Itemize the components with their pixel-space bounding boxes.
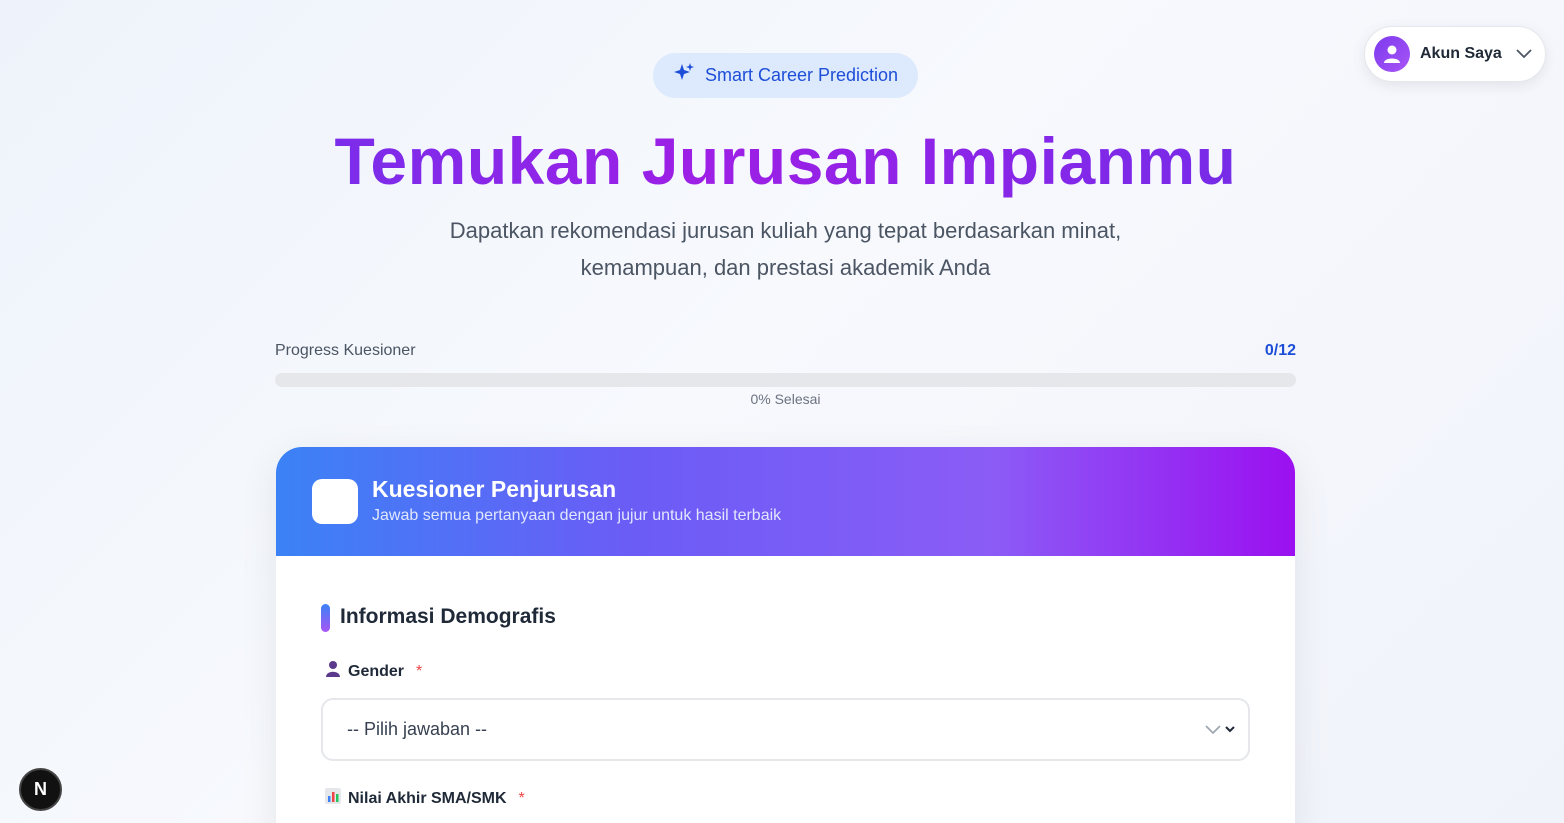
grade-label: Nilai Akhir SMA/SMK * xyxy=(324,787,525,810)
gender-select[interactable]: -- Pilih jawaban -- xyxy=(321,698,1250,761)
badge-label: Smart Career Prediction xyxy=(704,65,899,85)
gender-label: Gender * xyxy=(324,660,422,683)
page-subtitle-line-2: kemampuan, dan prestasi akademik Anda xyxy=(580,255,991,280)
questionnaire-card: Kuesioner Penjurusan Jawab semua pertany… xyxy=(276,447,1295,823)
account-menu-button[interactable]: Akun Saya xyxy=(1364,26,1546,82)
section-accent-bar xyxy=(321,604,330,632)
section-title: Informasi Demografis xyxy=(340,605,556,628)
nextjs-devtools-button[interactable]: N xyxy=(19,768,62,811)
person-icon xyxy=(324,660,342,683)
card-title: Kuesioner Penjurusan xyxy=(372,476,617,502)
grade-label-text: Nilai Akhir SMA/SMK xyxy=(348,789,507,807)
account-label: Akun Saya xyxy=(1420,45,1502,62)
progress-bar xyxy=(275,373,1296,387)
required-asterisk: * xyxy=(416,662,423,680)
sparkles-icon xyxy=(673,62,695,89)
chevron-down-icon xyxy=(1515,45,1533,68)
page-subtitle-line-1: Dapatkan rekomendasi jurusan kuliah yang… xyxy=(449,218,1122,243)
progress-label: Progress Kuesioner xyxy=(275,342,416,359)
card-subtitle: Jawab semua pertanyaan dengan jujur untu… xyxy=(372,507,782,524)
required-asterisk: * xyxy=(518,789,525,807)
progress-percent: 0% Selesai xyxy=(750,391,821,407)
card-header: Kuesioner Penjurusan Jawab semua pertany… xyxy=(276,447,1295,556)
gender-label-text: Gender xyxy=(348,662,405,680)
gender-select-value: -- Pilih jawaban -- xyxy=(347,719,488,739)
card-header-icon xyxy=(312,479,358,524)
progress-count: 0/12 xyxy=(1264,342,1296,359)
user-avatar-icon xyxy=(1374,36,1410,72)
bar-chart-icon xyxy=(324,787,342,810)
page-title: Temukan Jurusan Impianmu xyxy=(0,122,1564,200)
page-subtitle: Dapatkan rekomendasi jurusan kuliah yang… xyxy=(400,212,1171,286)
feature-badge: Smart Career Prediction xyxy=(653,53,918,98)
chevron-down-icon xyxy=(1204,722,1238,743)
